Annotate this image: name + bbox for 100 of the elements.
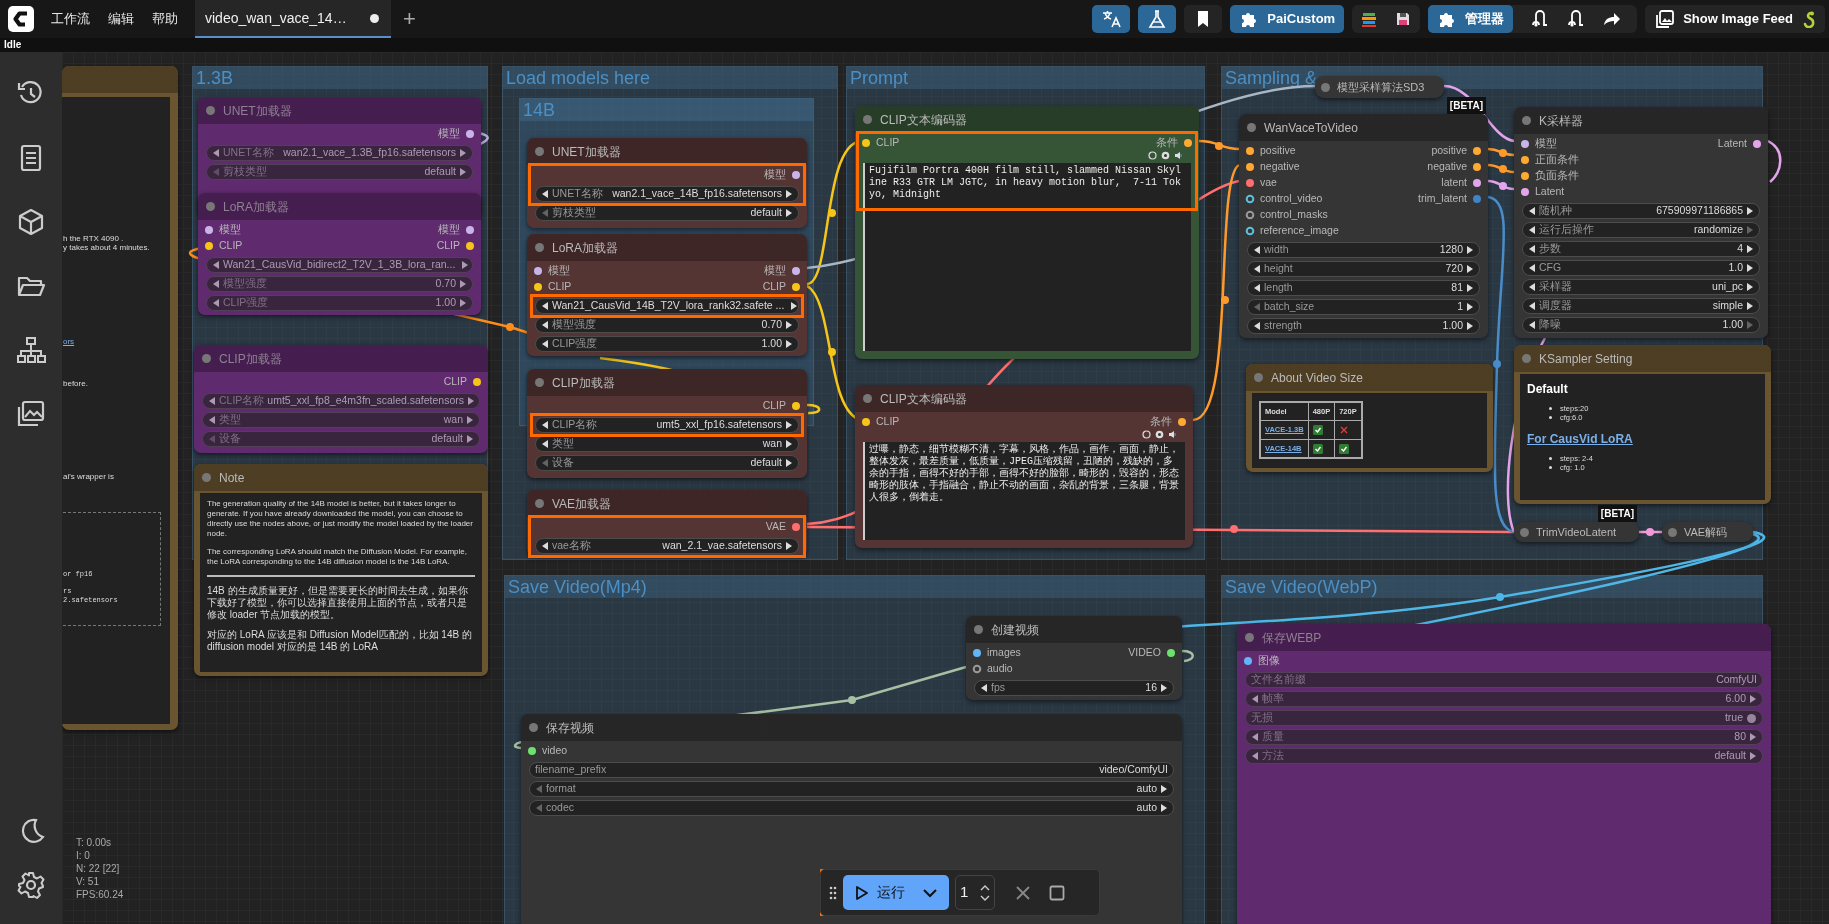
toggle-widget[interactable]: 无损 true <box>1245 710 1763 726</box>
input-socket[interactable] <box>533 282 543 292</box>
output-socket[interactable] <box>791 401 801 411</box>
number-widget[interactable]: length 81 <box>1247 280 1480 296</box>
left-arrow-icon[interactable] <box>541 541 549 551</box>
text-field[interactable]: filename_prefix video/ComfyUI <box>529 762 1174 778</box>
collapsed-node[interactable]: TrimVideoLatent <box>1514 522 1639 542</box>
image-gallery-icon[interactable] <box>16 399 46 429</box>
left-arrow-icon[interactable] <box>1253 321 1261 331</box>
run-button[interactable]: 运行 <box>843 875 915 910</box>
vacuum-icon[interactable] <box>1565 9 1586 29</box>
custom-nodes-button[interactable]: PaiCustom <box>1230 5 1345 33</box>
output-socket[interactable] <box>1183 138 1193 148</box>
new-tab-button[interactable]: + <box>391 8 428 30</box>
translate-icon[interactable] <box>1101 9 1122 29</box>
drag-handle-icon[interactable] <box>829 885 837 900</box>
dropdown-widget[interactable]: 剪枝类型 default <box>206 164 473 180</box>
gear-icon[interactable] <box>1161 151 1170 160</box>
dropdown-widget[interactable]: 设备 default <box>535 455 799 471</box>
input-socket[interactable] <box>972 648 982 658</box>
input-socket[interactable] <box>1520 171 1530 181</box>
number-widget[interactable]: CFG 1.0 <box>1522 260 1760 276</box>
number-widget[interactable]: 步数 4 <box>1522 241 1760 257</box>
number-widget[interactable]: 随机种 675909971186865 <box>1522 203 1760 219</box>
output-socket[interactable] <box>1166 648 1176 658</box>
left-arrow-icon[interactable] <box>212 148 220 158</box>
workflow-tab[interactable]: video_wan_vace_14… <box>195 0 391 38</box>
input-socket[interactable] <box>1245 226 1255 236</box>
dropdown-widget[interactable]: CLIP名称 umt5_xxl_fp16.safetensors <box>535 417 799 433</box>
prompt-textarea[interactable]: Fujifilm Portra 400H film still, slammed Nissan Skyline R33 GTR LM JGTC, in heavy motion blur, 7-11 Tokyo, Midnight <box>863 163 1191 351</box>
right-arrow-icon[interactable] <box>785 541 793 551</box>
circle-icon[interactable] <box>1142 430 1151 439</box>
dropdown-widget[interactable]: 采样器 uni_pc <box>1522 279 1760 295</box>
number-widget[interactable]: strength 1.00 <box>1247 318 1480 334</box>
input-socket[interactable] <box>861 138 871 148</box>
input-socket[interactable] <box>1245 194 1255 204</box>
dropdown-widget[interactable]: UNET名称 wan2.1_vace_14B_fp16.safetensors <box>535 186 799 202</box>
number-widget[interactable]: batch_size 1 <box>1247 299 1480 315</box>
number-widget[interactable]: fps 16 <box>974 680 1174 696</box>
input-socket[interactable] <box>1245 162 1255 172</box>
input-socket[interactable] <box>204 225 214 235</box>
output-socket[interactable] <box>1472 194 1482 204</box>
decrement-icon[interactable] <box>980 894 990 901</box>
menu-item[interactable]: 编辑 <box>99 9 143 29</box>
left-arrow-icon[interactable] <box>980 683 988 693</box>
speaker-icon[interactable] <box>1168 430 1177 439</box>
number-widget[interactable]: 模型强度 0.70 <box>206 276 473 292</box>
number-widget[interactable]: 帧率 6.00 <box>1245 691 1763 707</box>
input-socket[interactable] <box>1520 139 1530 149</box>
flask-icon[interactable] <box>1147 9 1168 29</box>
left-arrow-icon[interactable] <box>541 189 549 199</box>
dropdown-widget[interactable]: format auto <box>529 781 1174 797</box>
collapsed-node[interactable]: VAE解码 <box>1662 522 1753 542</box>
input-socket[interactable] <box>533 266 543 276</box>
image-feed-button[interactable]: Show Image Feed <box>1645 5 1825 33</box>
increment-icon[interactable] <box>980 884 990 891</box>
manager-button[interactable]: 管理器 <box>1428 5 1514 33</box>
toggle-knob-icon[interactable] <box>1746 712 1757 724</box>
right-arrow-icon[interactable] <box>1746 206 1754 216</box>
output-socket[interactable] <box>1752 139 1762 149</box>
vacuum-icon[interactable] <box>1529 9 1550 29</box>
gear-icon[interactable] <box>1155 430 1164 439</box>
input-socket[interactable] <box>204 241 214 251</box>
note-link[interactable]: For CausVid LoRA <box>1527 430 1633 448</box>
dropdown-widget[interactable]: CLIP名称 umt5_xxl_fp8_e4m3fn_scaled.safetensors <box>202 393 480 409</box>
run-options-button[interactable] <box>915 875 949 910</box>
settings-icon[interactable] <box>16 870 46 900</box>
number-widget[interactable]: width 1280 <box>1247 242 1480 258</box>
number-widget[interactable]: CLIP强度 1.00 <box>206 295 473 311</box>
output-socket[interactable] <box>1472 146 1482 156</box>
menu-item[interactable]: 帮助 <box>143 9 187 29</box>
right-arrow-icon[interactable] <box>1160 683 1168 693</box>
right-arrow-icon[interactable] <box>1749 694 1757 704</box>
output-socket[interactable] <box>791 266 801 276</box>
batch-count-field[interactable]: 1 <box>955 875 995 910</box>
output-socket[interactable] <box>465 129 475 139</box>
input-socket[interactable] <box>1245 210 1255 220</box>
input-socket[interactable] <box>1245 178 1255 188</box>
note-link[interactable]: ors <box>63 337 75 346</box>
output-socket[interactable] <box>1177 417 1187 427</box>
dropdown-widget[interactable]: codec auto <box>529 800 1174 816</box>
dropdown-widget[interactable]: vae名称 wan_2.1_vae.safetensors <box>535 538 799 554</box>
output-socket[interactable] <box>791 282 801 292</box>
left-arrow-icon[interactable] <box>1251 694 1259 704</box>
input-socket[interactable] <box>1243 656 1253 666</box>
dropdown-widget[interactable]: 运行后操作 randomize <box>1522 222 1760 238</box>
output-socket[interactable] <box>465 225 475 235</box>
number-widget[interactable]: 质量 80 <box>1245 729 1763 745</box>
circle-icon[interactable] <box>1148 151 1157 160</box>
dropdown-widget[interactable]: 方法 default <box>1245 748 1763 764</box>
output-socket[interactable] <box>791 170 801 180</box>
number-widget[interactable]: height 720 <box>1247 261 1480 277</box>
output-socket[interactable] <box>1472 178 1482 188</box>
output-socket[interactable] <box>1472 162 1482 172</box>
number-widget[interactable]: CLIP强度 1.00 <box>535 336 799 352</box>
input-socket[interactable] <box>1245 146 1255 156</box>
collapsed-node[interactable]: 模型采样算法SD3 <box>1315 76 1444 98</box>
speaker-icon[interactable] <box>1174 151 1183 160</box>
cube-icon[interactable] <box>16 207 46 237</box>
input-socket[interactable] <box>527 746 537 756</box>
